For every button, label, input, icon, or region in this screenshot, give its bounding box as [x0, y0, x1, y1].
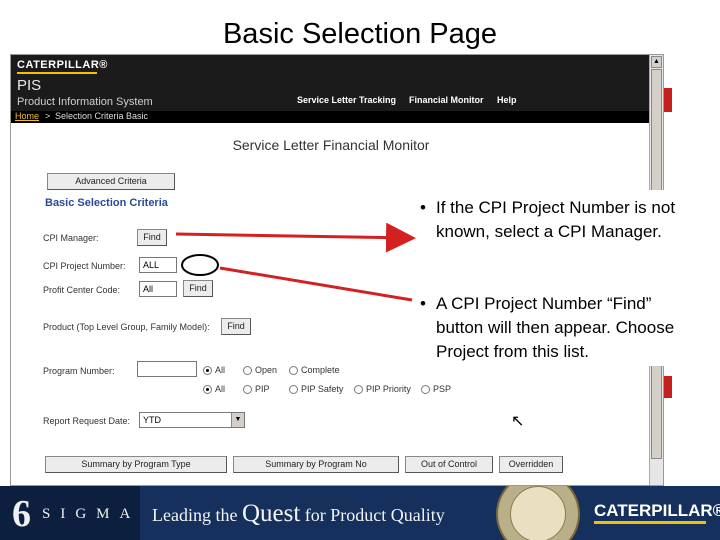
app-subtitle: Product Information System: [17, 96, 153, 108]
logo-underline: [17, 72, 97, 74]
overridden-button[interactable]: Overridden: [499, 456, 563, 473]
profit-center-find-button[interactable]: Find: [183, 280, 213, 297]
status-radio-open-label: Open: [255, 365, 278, 375]
report-request-date-label: Report Request Date:: [43, 416, 131, 426]
product-find-button[interactable]: Find: [221, 318, 251, 335]
type-radio-all[interactable]: [203, 385, 212, 394]
type-radio-all-label: All: [215, 384, 226, 394]
section-heading: Basic Selection Criteria: [45, 197, 168, 209]
program-number-input[interactable]: [137, 361, 197, 377]
slide-title: Basic Selection Page: [222, 18, 498, 50]
type-radio-pip-priority[interactable]: [354, 385, 363, 394]
red-edge-tab: [664, 376, 672, 398]
compass-icon: [496, 486, 580, 540]
breadcrumb-separator: >: [45, 111, 51, 121]
status-radio-open[interactable]: [243, 366, 252, 375]
caterpillar-logo: CATERPILLAR®: [17, 59, 108, 71]
program-number-label: Program Number:: [43, 366, 115, 376]
callout-bullet: • If the CPI Project Number is not known,…: [420, 198, 676, 241]
breadcrumb-current: Selection Criteria Basic: [55, 111, 149, 121]
out-of-control-button[interactable]: Out of Control: [405, 456, 493, 473]
summary-by-program-type-button[interactable]: Summary by Program Type: [45, 456, 227, 473]
banner-tagline: Leading the Quest for Product Quality: [152, 500, 445, 527]
product-label: Product (Top Level Group, Family Model):: [43, 322, 210, 332]
six-sigma-banner: 6 SIGMA Leading the Quest for Product Qu…: [0, 486, 720, 540]
type-radio-pip-safety-label: PIP Safety: [301, 384, 344, 394]
type-radio-pip-label: PIP: [255, 384, 270, 394]
report-request-date-select[interactable]: YTD ▼: [139, 412, 245, 428]
type-radio-psp-label: PSP: [433, 384, 452, 394]
triangle-up-icon[interactable]: ▲: [651, 56, 662, 68]
cpi-manager-find-button[interactable]: Find: [137, 229, 167, 246]
red-edge-tab: [664, 88, 672, 112]
breadcrumb: Home > Selection Criteria Basic: [11, 111, 651, 123]
nav-help[interactable]: Help: [497, 95, 517, 105]
type-radio-pip[interactable]: [243, 385, 252, 394]
type-radio-psp[interactable]: [421, 385, 430, 394]
banner-logo-underline: [594, 521, 706, 524]
profit-center-code-input[interactable]: All: [139, 281, 177, 297]
mouse-pointer-icon: ↖: [511, 413, 525, 430]
summary-by-program-no-button[interactable]: Summary by Program No: [233, 456, 399, 473]
cpi-project-number-label: CPI Project Number:: [43, 261, 126, 271]
six-sigma-logo: 6: [12, 493, 31, 535]
status-radio-complete[interactable]: [289, 366, 298, 375]
breadcrumb-home-link[interactable]: Home: [15, 111, 39, 121]
nav-financial-monitor[interactable]: Financial Monitor: [409, 95, 484, 105]
profit-center-code-label: Profit Center Code:: [43, 285, 121, 295]
cpi-project-number-input[interactable]: ALL: [139, 257, 177, 273]
cpi-manager-label: CPI Manager:: [43, 233, 99, 243]
status-radio-all-label: All: [215, 365, 226, 375]
app-header: CATERPILLAR® PIS Product Information Sys…: [11, 55, 651, 123]
type-radio-pip-priority-label: PIP Priority: [366, 384, 411, 394]
sigma-wordmark: SIGMA: [42, 506, 141, 522]
report-request-date-value: YTD: [143, 415, 161, 425]
callout-bullet: • A CPI Project Number “Find” button will…: [420, 294, 675, 361]
status-radio-complete-label: Complete: [301, 365, 340, 375]
type-radio-pip-safety[interactable]: [289, 385, 298, 394]
banner-caterpillar-logo: CATERPILLAR®: [594, 501, 720, 520]
callout-box: • If the CPI Project Number is not known,…: [400, 190, 700, 366]
page-title: Service Letter Financial Monitor: [232, 137, 430, 153]
nav-service-letter-tracking[interactable]: Service Letter Tracking: [297, 95, 396, 105]
advanced-criteria-button[interactable]: Advanced Criteria: [47, 173, 175, 190]
app-name: PIS: [17, 77, 42, 94]
triangle-down-icon[interactable]: ▼: [231, 413, 244, 427]
status-radio-all[interactable]: [203, 366, 212, 375]
